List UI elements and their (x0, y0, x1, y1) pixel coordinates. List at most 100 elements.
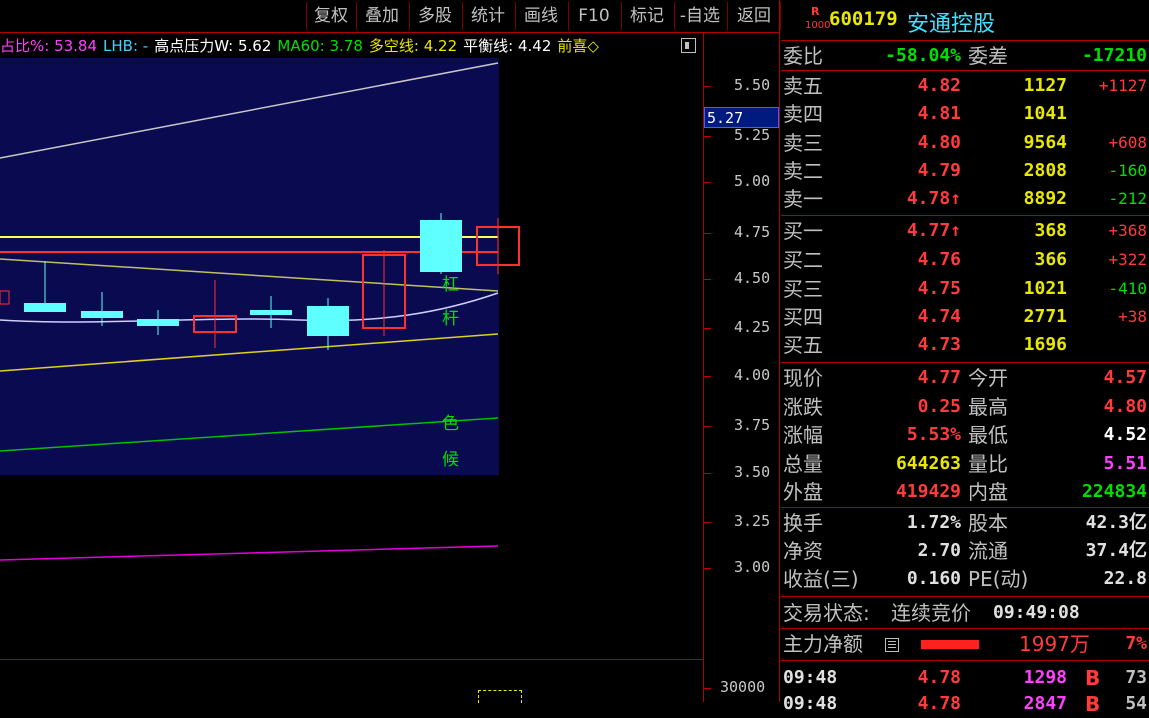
list-icon[interactable] (885, 638, 899, 652)
price-axis: 5.50 5.25 5.00 4.75 4.50 4.25 4.00 3.75 … (704, 58, 780, 702)
sell-label: 卖五 (783, 74, 823, 98)
tick-row: 09:48 4.78 2847 B 54 (781, 690, 1149, 718)
candle (307, 306, 349, 336)
stats-row: 收益(三) 0.160 PE(动) 22.8 (781, 565, 1149, 593)
tick-volume: 1298 (1023, 667, 1067, 688)
stock-code: 600179 (829, 8, 898, 30)
duokong-label: 多空线: 4.22 (368, 37, 458, 55)
sell-price: 4.82 (917, 75, 961, 96)
main-force-pct: 7% (1125, 633, 1147, 654)
buy-label: 买三 (783, 277, 823, 301)
current-price-marker: 5.27 (704, 107, 779, 128)
buy-change: +368 (1108, 221, 1147, 240)
buy-volume: 1696 (1023, 334, 1067, 355)
sell-row-2[interactable]: 卖二 4.79 2808 -160 (781, 157, 1149, 185)
stats-row: 净资 2.70 流通 37.4亿 (781, 537, 1149, 565)
stats-value: 2.70 (917, 540, 961, 561)
sell-label: 卖一 (783, 187, 823, 211)
price-tick: 3.50 (734, 463, 771, 481)
quote-label: 总量 (783, 452, 823, 476)
sell-row-3[interactable]: 卖三 4.80 9564 +608 (781, 129, 1149, 157)
tick-price: 4.78 (917, 693, 961, 714)
indicator-bar: 占比%: 53.84 LHB: - 高点压力W: 5.62 MA60: 3.78 多空线… (0, 34, 700, 58)
tick-volume: 2847 (1023, 693, 1067, 714)
qianxi-label: 前喜◇ (557, 37, 599, 55)
buy-price: 4.75 (917, 278, 961, 299)
sell-volume: 8892 (1023, 188, 1067, 209)
toolbar-duogu-button[interactable]: 多股 (409, 2, 460, 30)
candle (24, 303, 66, 312)
quote-label: 涨幅 (783, 423, 823, 447)
main-force-amount: 1997万 (1019, 632, 1090, 656)
toolbar-zixuan-button[interactable]: -自选 (674, 2, 725, 30)
weibi-label: 委比 (783, 44, 823, 68)
quote-value: 4.77 (917, 367, 961, 388)
buy-row-3[interactable]: 买三 4.75 1021 -410 (781, 275, 1149, 303)
buy-row-4[interactable]: 买四 4.74 2771 +38 (781, 303, 1149, 331)
toolbar: 复权 叠加 多股 统计 画线 F10 标记 -自选 返回 (0, 0, 781, 33)
buy-change: +38 (1118, 307, 1147, 326)
buy-volume: 366 (1034, 249, 1067, 270)
stock-name: 安通控股 (907, 12, 996, 37)
quote-label: 内盘 (968, 480, 1008, 504)
candle (420, 220, 462, 272)
buy-row-2[interactable]: 买二 4.76 366 +322 (781, 246, 1149, 274)
buy-row-5[interactable]: 买五 4.73 1696 (781, 331, 1149, 359)
sell-row-5[interactable]: 卖五 4.82 1127 +1127 (781, 72, 1149, 100)
candle (137, 319, 179, 326)
buy-price: 4.74 (917, 306, 961, 327)
tick-time: 09:48 (783, 667, 838, 688)
tick-side: B (1085, 666, 1101, 690)
quote-row: 总量 644263 量比 5.51 (781, 450, 1149, 478)
trade-status-time: 09:49:08 (993, 602, 1080, 623)
quote-value: 5.51 (1103, 453, 1147, 474)
main-force-label: 主力净额 (783, 632, 863, 656)
quote-label: 最低 (968, 423, 1008, 447)
toolbar-diejia-button[interactable]: 叠加 (356, 2, 407, 30)
toolbar-fanhui-button[interactable]: 返回 (727, 2, 781, 30)
toolbar-fuquan-button[interactable]: 复权 (306, 2, 355, 30)
toolbar-huaxian-button[interactable]: 画线 (515, 2, 566, 30)
sell-change: +608 (1108, 133, 1147, 152)
quote-row: 现价 4.77 今开 4.57 (781, 364, 1149, 392)
sell-change: -212 (1108, 189, 1147, 208)
label-hou: 候 (442, 450, 459, 470)
buy-price: 4.77↑ (906, 220, 961, 241)
sell-row-1[interactable]: 卖一 4.78↑ 8892 -212 (781, 185, 1149, 213)
main-force-row[interactable]: 主力净额 1997万 7% (781, 630, 1149, 658)
stats-value: 1.72% (906, 512, 961, 533)
quote-label: 涨跌 (783, 395, 823, 419)
stats-value: 37.4亿 (1085, 540, 1147, 561)
toolbar-divider (0, 32, 780, 33)
pingheng-label: 平衡线: 4.42 (463, 37, 552, 55)
ma60-label: MA60: 3.78 (277, 37, 363, 55)
kline-chart[interactable]: 杠 杆 色 候 (0, 58, 704, 658)
trade-status-label: 交易状态: (783, 601, 870, 625)
toolbar-f10-button[interactable]: F10 (568, 2, 619, 30)
tick-time: 09:48 (783, 693, 838, 714)
toolbar-tongji-button[interactable]: 统计 (462, 2, 513, 30)
tick-price: 4.78 (917, 667, 961, 688)
buy-row-1[interactable]: 买一 4.77↑ 368 +368 (781, 217, 1149, 245)
price-tick: 4.00 (734, 366, 771, 384)
price-tick: 5.00 (734, 172, 771, 190)
quote-value: 0.25 (917, 396, 961, 417)
volume-bar (478, 690, 522, 703)
stock-badge-bottom: 1000 (805, 20, 831, 31)
weicha-value: -17210 (1081, 45, 1147, 66)
trade-status-row: 交易状态: 连续竞价 09:49:08 (781, 599, 1149, 627)
buy-label: 买一 (783, 219, 823, 243)
stats-label: 流通 (968, 539, 1008, 563)
quote-value: 4.80 (1103, 396, 1147, 417)
toolbar-biaoji-button[interactable]: 标记 (621, 2, 672, 30)
volume-tick: 30000 (720, 678, 766, 696)
price-tick: 5.50 (734, 76, 771, 94)
sell-price: 4.78↑ (906, 188, 961, 209)
label-gan: 杆 (442, 309, 459, 329)
quote-row: 外盘 419429 内盘 224834 (781, 478, 1149, 506)
weicha-label: 委差 (968, 44, 1008, 68)
ratio-label: 占比%: 53.84 (0, 37, 98, 55)
expand-icon[interactable] (681, 38, 696, 53)
tick-side: B (1085, 692, 1101, 716)
sell-row-4[interactable]: 卖四 4.81 1041 (781, 100, 1149, 128)
